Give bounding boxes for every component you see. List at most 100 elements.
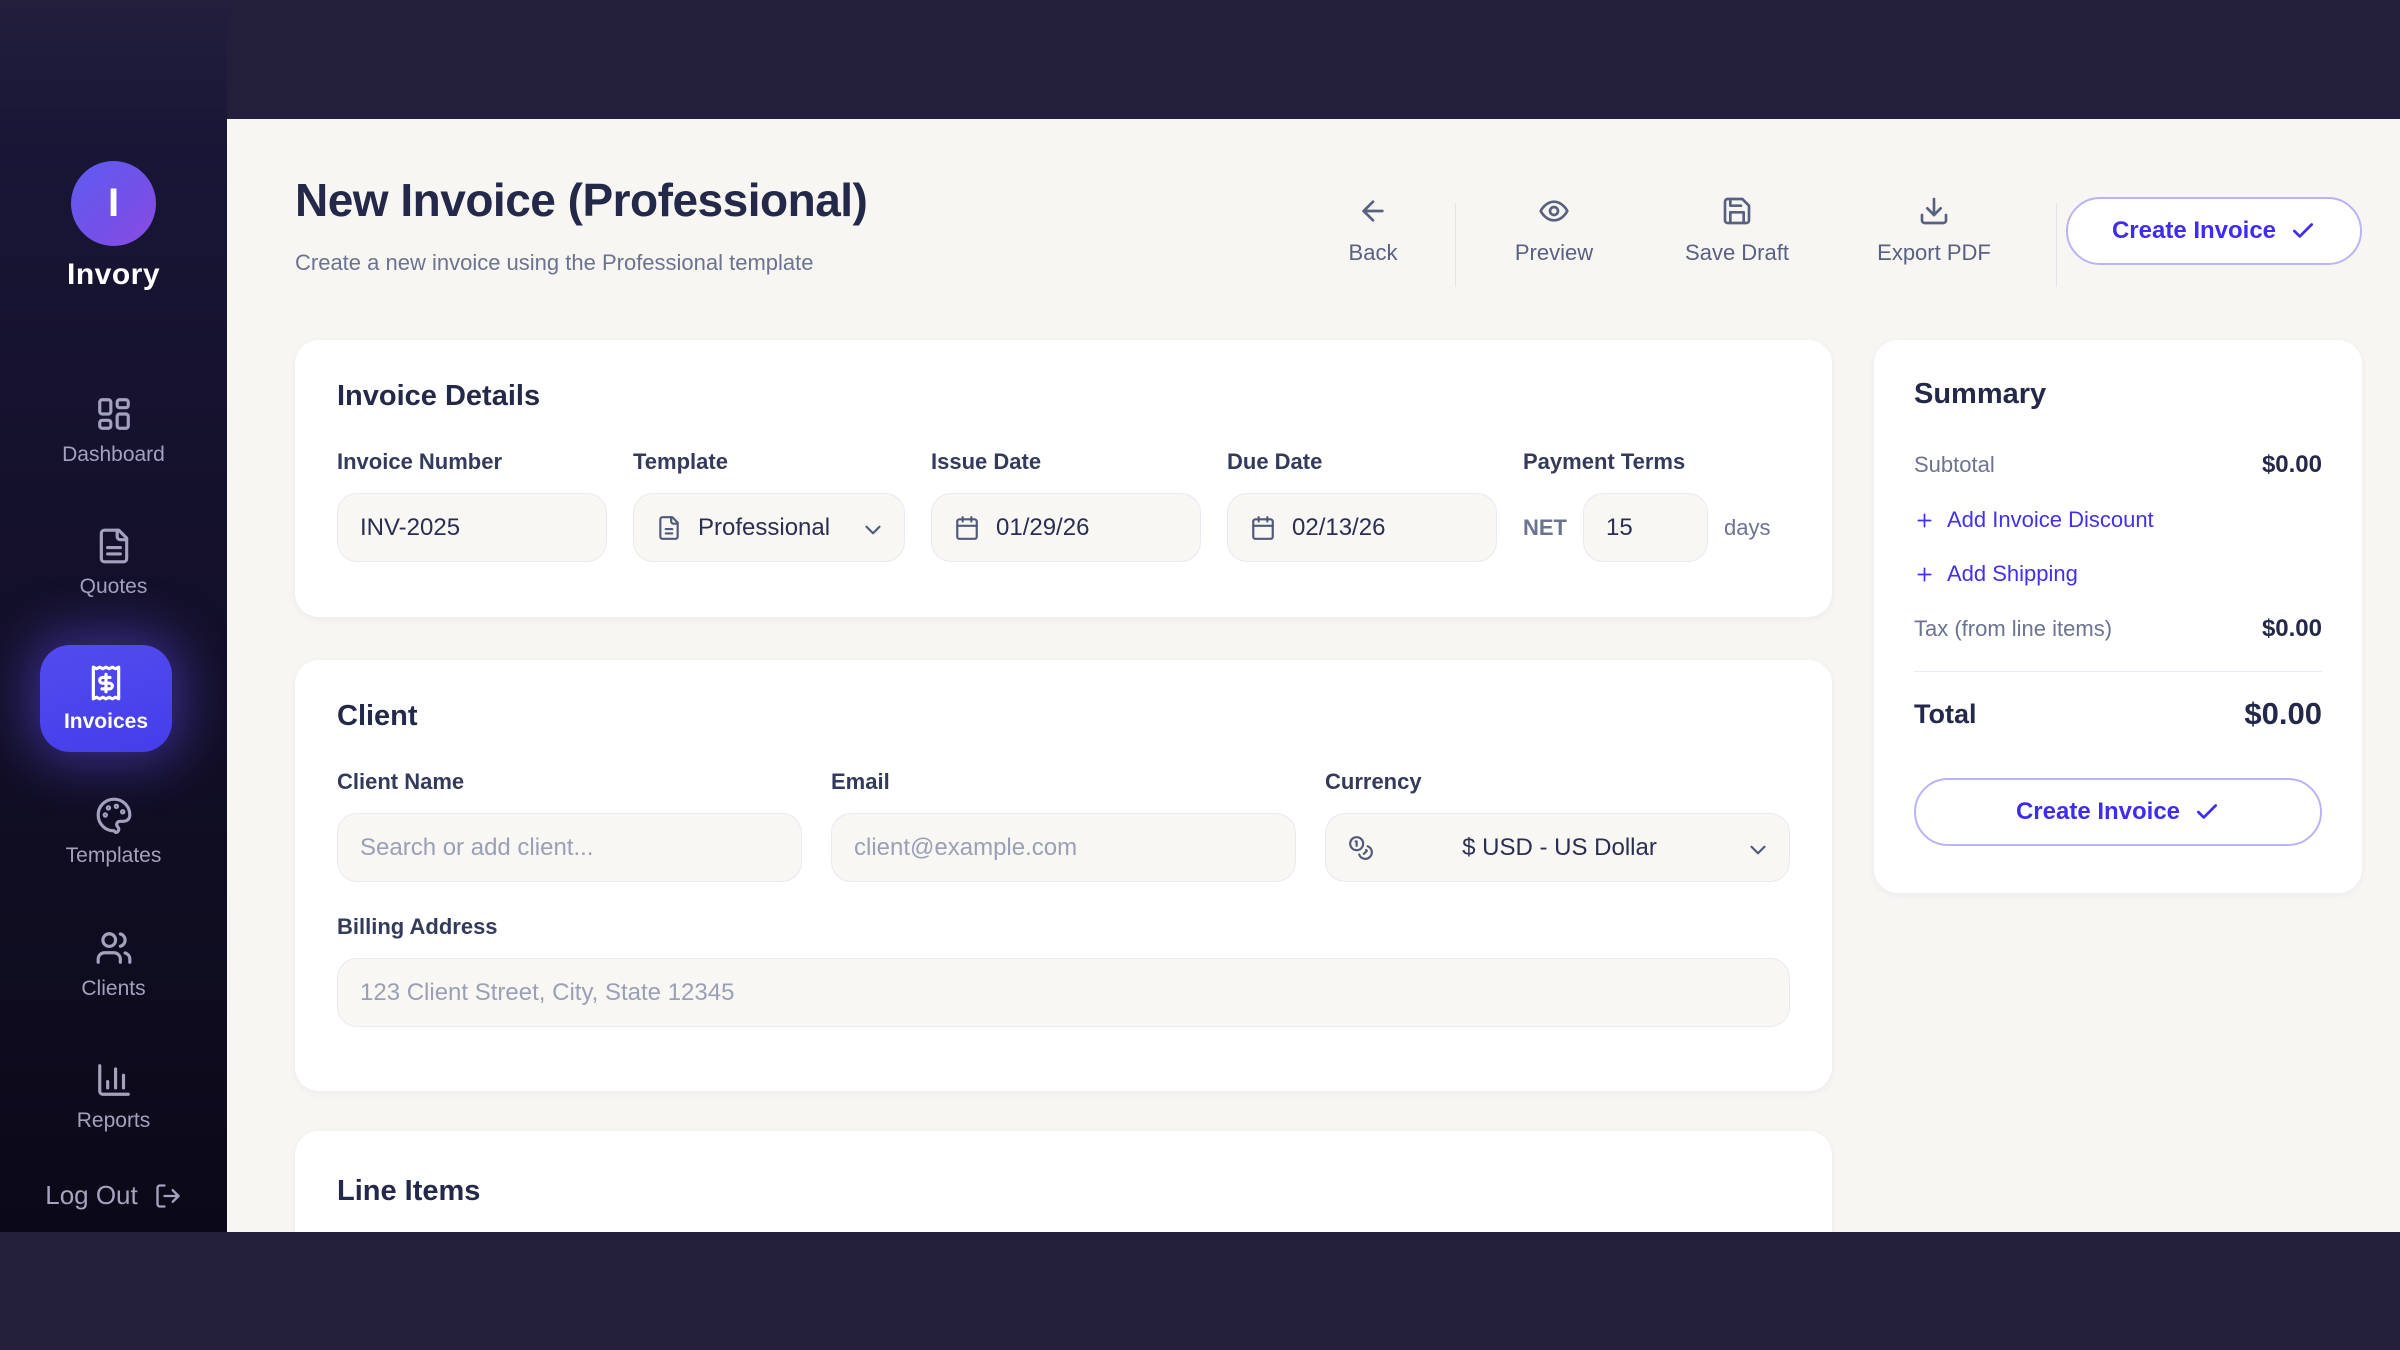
due-date-value: 02/13/26 [1292, 514, 1385, 542]
template-value: Professional [698, 514, 830, 542]
export-pdf-button[interactable]: Export PDF [1844, 195, 2024, 266]
summary-card: Summary Subtotal $0.00 Add Invoice Disco… [1874, 340, 2362, 893]
client-name-label: Client Name [337, 769, 802, 795]
client-email-box [831, 813, 1296, 882]
add-invoice-discount-link[interactable]: Add Invoice Discount [1914, 507, 2154, 533]
create-invoice-button-header[interactable]: Create Invoice [2066, 197, 2362, 265]
tax-label: Tax (from line items) [1914, 616, 2112, 642]
logout-button[interactable]: Log Out [0, 1180, 227, 1211]
due-date-label: Due Date [1227, 449, 1497, 475]
add-invoice-discount-label: Add Invoice Discount [1947, 507, 2154, 533]
save-icon [1721, 195, 1753, 227]
add-shipping-link[interactable]: Add Shipping [1914, 561, 2078, 587]
billing-address-label: Billing Address [337, 914, 1790, 940]
summary-heading: Summary [1914, 378, 2322, 411]
issue-date-picker[interactable]: 01/29/26 [931, 493, 1201, 562]
template-select[interactable]: Professional [633, 493, 905, 562]
sidebar-item-label: Clients [81, 977, 145, 1001]
invoice-number-box [337, 493, 607, 562]
sidebar-item-label: Dashboard [62, 443, 165, 467]
payment-terms-prefix: NET [1523, 515, 1567, 541]
invoice-number-label: Invoice Number [337, 449, 607, 475]
billing-address-box [337, 958, 1790, 1027]
template-label: Template [633, 449, 905, 475]
page-title: New Invoice (Professional) [295, 173, 867, 227]
client-name-input[interactable] [360, 834, 779, 862]
sidebar-item-label: Reports [77, 1109, 151, 1133]
invoices-receipt-icon [87, 664, 125, 702]
preview-label: Preview [1515, 240, 1593, 266]
create-invoice-label: Create Invoice [2112, 217, 2276, 245]
client-heading: Client [337, 700, 1790, 733]
create-invoice-button-summary[interactable]: Create Invoice [1914, 778, 2322, 846]
plus-icon [1914, 564, 1935, 585]
chevron-down-icon [860, 517, 882, 539]
calendar-icon [954, 515, 980, 541]
add-shipping-label: Add Shipping [1947, 561, 2078, 587]
total-value: $0.00 [2244, 696, 2322, 732]
sidebar-item-templates[interactable]: Templates [0, 796, 227, 868]
sidebar-item-dashboard[interactable]: Dashboard [0, 395, 227, 467]
line-items-heading: Line Items [337, 1175, 1790, 1208]
sidebar-item-clients[interactable]: Clients [0, 929, 227, 1001]
file-icon [656, 515, 682, 541]
header-divider [2056, 203, 2057, 287]
export-pdf-label: Export PDF [1877, 240, 1991, 266]
client-card: Client Client Name Email Currency [295, 660, 1832, 1091]
reports-chart-icon [95, 1061, 133, 1099]
app-logo: I [71, 161, 156, 246]
plus-icon [1914, 510, 1935, 531]
sidebar-item-invoices-active[interactable]: Invoices [40, 645, 172, 752]
create-invoice-label: Create Invoice [2016, 798, 2180, 826]
total-label: Total [1914, 699, 1977, 730]
templates-palette-icon [95, 796, 133, 834]
clients-users-icon [95, 929, 133, 967]
client-name-box [337, 813, 802, 882]
due-date-picker[interactable]: 02/13/26 [1227, 493, 1497, 562]
dashboard-icon [95, 395, 133, 433]
summary-divider [1914, 671, 2322, 672]
calendar-icon [1250, 515, 1276, 541]
issue-date-label: Issue Date [931, 449, 1201, 475]
download-icon [1918, 195, 1950, 227]
preview-button[interactable]: Preview [1474, 195, 1634, 266]
payment-terms-suffix: days [1724, 515, 1770, 541]
payment-terms-label: Payment Terms [1523, 449, 1770, 475]
logout-label: Log Out [45, 1180, 138, 1211]
currency-label: Currency [1325, 769, 1790, 795]
back-arrow-icon [1357, 195, 1389, 227]
chevron-down-icon [1745, 837, 1767, 859]
billing-address-input[interactable] [360, 979, 1767, 1007]
back-label: Back [1349, 240, 1398, 266]
client-email-input[interactable] [854, 834, 1273, 862]
issue-date-value: 01/29/26 [996, 514, 1089, 542]
header-divider [1455, 203, 1456, 287]
sidebar-item-quotes[interactable]: Quotes [0, 527, 227, 599]
sidebar-item-label: Templates [66, 844, 162, 868]
save-draft-label: Save Draft [1685, 240, 1789, 266]
sidebar-item-reports[interactable]: Reports [0, 1061, 227, 1133]
quotes-icon [95, 527, 133, 565]
sidebar-item-label: Invoices [64, 710, 148, 734]
save-draft-button[interactable]: Save Draft [1647, 195, 1827, 266]
check-icon [2290, 218, 2316, 244]
currency-select[interactable]: $ USD - US Dollar [1325, 813, 1790, 882]
check-icon [2194, 799, 2220, 825]
sidebar-item-label: Quotes [80, 575, 148, 599]
client-email-label: Email [831, 769, 1296, 795]
tax-value: $0.00 [2262, 615, 2322, 643]
subtotal-label: Subtotal [1914, 452, 1995, 478]
invoice-details-heading: Invoice Details [337, 380, 1790, 413]
invoice-number-input[interactable] [360, 514, 584, 542]
logout-icon [154, 1182, 182, 1210]
currency-value: $ USD - US Dollar [1390, 834, 1729, 862]
app-name: Invory [0, 258, 227, 292]
payment-terms-input[interactable] [1606, 514, 1685, 542]
eye-icon [1538, 195, 1570, 227]
app-logo-letter: I [108, 181, 119, 226]
line-items-card: Line Items [295, 1131, 1832, 1232]
back-button[interactable]: Back [1313, 195, 1433, 266]
coins-icon [1348, 835, 1374, 861]
sidebar: I Invory Dashboard Quotes Invoices Templ… [0, 0, 227, 1232]
invoice-details-card: Invoice Details Invoice Number Template … [295, 340, 1832, 617]
